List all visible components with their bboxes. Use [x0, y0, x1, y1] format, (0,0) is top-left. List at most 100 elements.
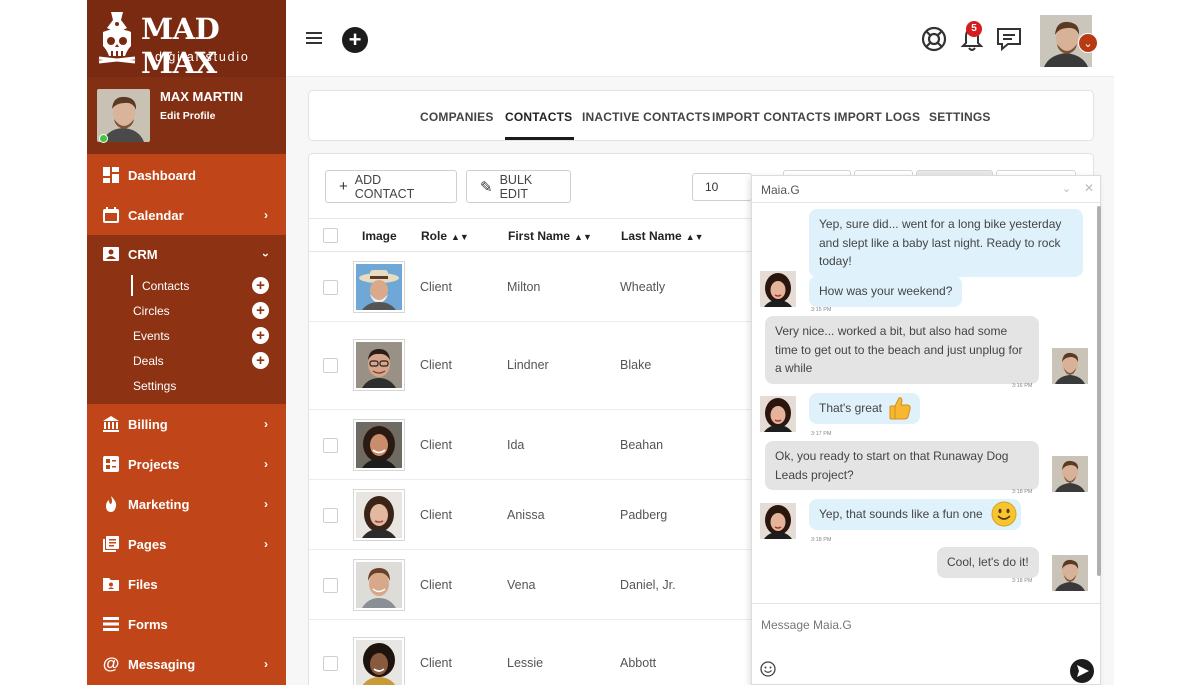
column-header-role[interactable]: Role ▲▼	[421, 229, 469, 243]
sidebar-subitem-label: Settings	[133, 378, 177, 393]
sidebar-subitem-settings[interactable]: Settings	[87, 373, 286, 398]
sidebar-item-messaging[interactable]: @ Messaging ›	[87, 644, 286, 684]
at-sign-icon: @	[102, 654, 120, 673]
thumbs-up-emoji-icon	[889, 397, 911, 420]
chat-message-incoming: How was your weekend?	[809, 276, 963, 307]
smiley-emoji-icon	[991, 501, 1017, 527]
forms-list-icon	[102, 615, 120, 633]
chevron-down-icon[interactable]: ⌄	[1062, 182, 1071, 195]
sort-icon: ▲▼	[685, 232, 704, 242]
tab-import-logs[interactable]: IMPORT LOGS	[834, 110, 920, 124]
app-root: MAD MAX digital studio MAX MARTIN Edit P…	[0, 0, 1200, 685]
sidebar-subitem-label: Events	[133, 328, 170, 343]
sidebar-item-calendar[interactable]: Calendar ›	[87, 195, 286, 235]
row-checkbox[interactable]	[323, 578, 338, 593]
sidebar-item-label: Projects	[128, 456, 180, 472]
sidebar-item-projects[interactable]: Projects ›	[87, 444, 286, 484]
projects-board-icon	[102, 455, 120, 473]
edit-profile-link[interactable]: Edit Profile	[160, 110, 215, 122]
row-checkbox[interactable]	[323, 438, 338, 453]
add-circle-plus-icon[interactable]: +	[252, 302, 269, 319]
tab-contacts[interactable]: CONTACTS	[505, 110, 575, 140]
sidebar-item-forms[interactable]: Forms	[87, 604, 286, 644]
cell-last-name: Daniel, Jr.	[620, 578, 676, 592]
maia-avatar	[760, 396, 796, 432]
crm-tabs: COMPANIES CONTACTS INACTIVE CONTACTS IMP…	[308, 90, 1094, 141]
add-event-plus-icon[interactable]: +	[252, 327, 269, 344]
menu-toggle-icon[interactable]	[306, 32, 322, 46]
max-avatar	[1052, 456, 1088, 492]
sidebar-item-label: Files	[128, 576, 158, 592]
sidebar-subitem-label: Deals	[133, 353, 164, 368]
add-contact-button[interactable]: + ADD CONTACT	[325, 170, 457, 203]
sidebar: MAD MAX digital studio MAX MARTIN Edit P…	[87, 0, 286, 685]
cell-first-name: Lessie	[507, 656, 544, 670]
row-checkbox[interactable]	[323, 656, 338, 671]
tab-inactive-contacts[interactable]: INACTIVE CONTACTS	[582, 110, 711, 124]
cell-last-name: Blake	[620, 358, 652, 372]
close-icon[interactable]: ✕	[1084, 181, 1094, 195]
chat-timestamp: 3:18 PM	[1012, 489, 1033, 495]
chevron-right-icon: ›	[264, 537, 268, 551]
row-checkbox[interactable]	[323, 358, 338, 373]
pencil-icon: ✎	[480, 178, 493, 196]
chat-message-text: That's great	[819, 401, 882, 415]
chevron-right-icon: ›	[264, 497, 268, 511]
row-checkbox[interactable]	[323, 280, 338, 295]
cell-role: Client	[420, 438, 452, 452]
maia-avatar	[760, 503, 796, 539]
chat-messages-icon[interactable]	[995, 25, 1023, 53]
sidebar-subitem-circles[interactable]: Circles +	[87, 298, 286, 323]
contact-photo	[353, 559, 405, 611]
sidebar-item-pages[interactable]: Pages ›	[87, 524, 286, 564]
sidebar-item-crm[interactable]: CRM ›	[87, 235, 286, 273]
column-header-first-name[interactable]: First Name ▲▼	[508, 229, 592, 243]
chat-message-text: Yep, that sounds like a fun one	[819, 507, 983, 521]
brand-logo[interactable]: MAD MAX digital studio	[87, 0, 286, 80]
sidebar-item-dashboard[interactable]: Dashboard	[87, 155, 286, 195]
contact-photo	[353, 339, 405, 391]
cell-first-name: Anissa	[507, 508, 545, 522]
row-checkbox[interactable]	[323, 508, 338, 523]
sidebar-item-billing[interactable]: Billing ›	[87, 404, 286, 444]
lifebuoy-help-icon[interactable]	[920, 25, 948, 53]
bulk-edit-button[interactable]: ✎ BULK EDIT	[466, 170, 571, 203]
sidebar-item-label: Forms	[128, 616, 168, 632]
calendar-icon	[102, 206, 120, 224]
tab-companies[interactable]: COMPANIES	[420, 110, 494, 124]
online-status-dot	[99, 134, 108, 143]
contact-photo	[353, 637, 405, 685]
chat-scrollbar[interactable]	[1097, 206, 1101, 576]
send-message-button[interactable]	[1070, 659, 1094, 683]
sidebar-subitem-deals[interactable]: Deals +	[87, 348, 286, 373]
tab-settings[interactable]: SETTINGS	[929, 110, 991, 124]
chat-header: Maia.G ⌄ ✕	[752, 176, 1100, 203]
contact-card-icon	[102, 245, 120, 263]
add-deal-plus-icon[interactable]: +	[252, 352, 269, 369]
column-header-image: Image	[362, 229, 397, 243]
column-header-last-name[interactable]: Last Name ▲▼	[621, 229, 704, 243]
chat-message-input[interactable]: Message Maia.G	[761, 618, 852, 632]
sidebar-item-files[interactable]: Files	[87, 564, 286, 604]
per-page-select[interactable]: 10	[692, 173, 752, 201]
add-contact-plus-icon[interactable]: +	[252, 277, 269, 294]
crm-submenu: Contacts + Circles + Events + Deals + Se…	[87, 273, 286, 404]
chevron-right-icon: ›	[264, 657, 268, 671]
sidebar-subitem-events[interactable]: Events +	[87, 323, 286, 348]
emoji-picker-icon[interactable]	[760, 661, 776, 677]
select-all-checkbox[interactable]	[323, 228, 338, 243]
tab-import-contacts[interactable]: IMPORT CONTACTS	[712, 110, 831, 124]
chevron-right-icon: ›	[264, 457, 268, 471]
sidebar-item-label: Dashboard	[128, 167, 196, 183]
chat-message-incoming: That's great	[809, 393, 920, 424]
sidebar-subitem-contacts[interactable]: Contacts +	[87, 273, 286, 298]
chat-window: Maia.G ⌄ ✕ Yep, sure did... went for a l…	[751, 175, 1101, 685]
chat-message-outgoing: Ok, you ready to start on that Runaway D…	[765, 441, 1039, 490]
sidebar-item-marketing[interactable]: Marketing ›	[87, 484, 286, 524]
sidebar-group-crm: CRM › Contacts + Circles + Events + Deal…	[87, 235, 286, 404]
quick-add-button[interactable]: +	[342, 27, 368, 53]
chat-timestamp: 3:16 PM	[1012, 383, 1033, 389]
chat-input-area[interactable]: Message Maia.G	[752, 603, 1100, 684]
sidebar-item-label: Messaging	[128, 656, 196, 672]
user-menu-chevron-icon[interactable]: ⌄	[1078, 33, 1098, 53]
